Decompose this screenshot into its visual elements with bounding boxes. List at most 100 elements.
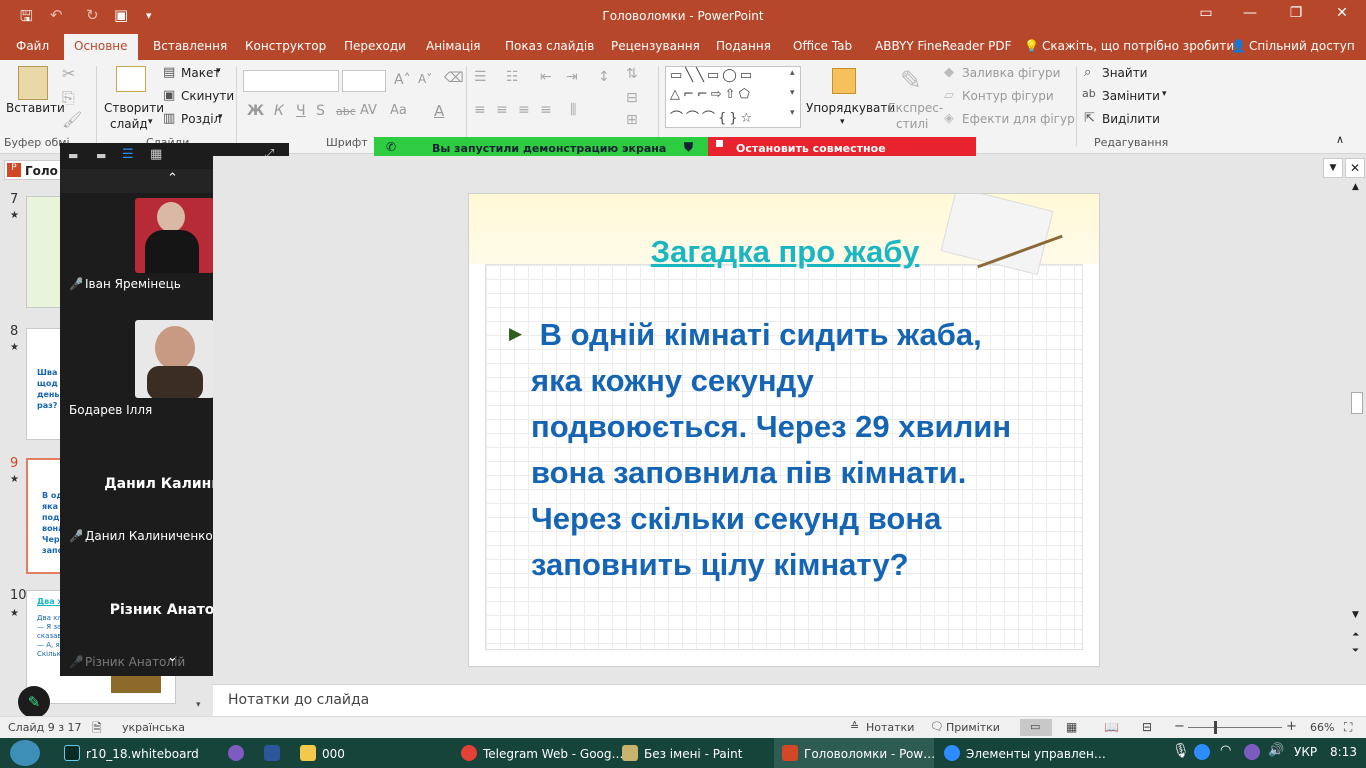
previous-slide-icon[interactable]: ⏶ xyxy=(1352,630,1359,640)
strikethrough-icon[interactable]: abc xyxy=(336,105,356,118)
slide-body-text[interactable]: В одній кімнаті сидить жаба, яка кожну с… xyxy=(531,312,1091,588)
spellcheck-icon[interactable]: 🗎 xyxy=(92,719,102,740)
taskbar-item-active[interactable]: Головоломки - Pow… xyxy=(782,745,935,761)
start-button[interactable] xyxy=(10,740,40,766)
new-slide-icon[interactable] xyxy=(116,66,146,92)
shadow-icon[interactable]: S xyxy=(316,103,325,119)
gallery-more-icon[interactable]: ▾ xyxy=(790,108,795,118)
maximize-icon[interactable]: ❐ xyxy=(1276,5,1316,21)
input-language[interactable]: УКР xyxy=(1294,745,1317,759)
numbering-icon[interactable]: ☷ xyxy=(506,69,519,85)
align-text-icon[interactable]: ⊟ xyxy=(626,90,638,106)
increase-indent-icon[interactable]: ⇥ xyxy=(566,69,578,85)
taskbar-item[interactable]: r10_18.whiteboard xyxy=(64,745,199,761)
outline-icon[interactable]: ▱ xyxy=(944,88,954,103)
font-size-field[interactable] xyxy=(342,70,386,92)
smartart-icon[interactable]: ⊞ xyxy=(626,112,638,128)
font-color-icon[interactable]: A xyxy=(434,102,444,120)
replace-button[interactable]: Замінити xyxy=(1102,89,1160,103)
change-case-icon[interactable]: Aa xyxy=(390,103,407,118)
align-right-icon[interactable]: ≡ xyxy=(518,102,530,118)
tab-file[interactable]: Файл xyxy=(16,39,49,53)
scroll-thumb[interactable] xyxy=(1351,392,1363,414)
zoom-slider-thumb[interactable] xyxy=(1214,721,1217,734)
tab-animations[interactable]: Анімація xyxy=(426,39,481,53)
tab-abbyy[interactable]: ABBYY FineReader PDF xyxy=(875,39,1012,53)
gallery-down-icon[interactable]: ▾ xyxy=(790,88,795,98)
shapes-row-icon[interactable]: △⌐⌐⇨⇧⬠ xyxy=(670,87,753,102)
find-icon[interactable]: ⌕ xyxy=(1084,65,1091,80)
zoom-level[interactable]: 66% xyxy=(1310,721,1334,734)
decrease-indent-icon[interactable]: ⇤ xyxy=(540,69,552,85)
zoom-tray-icon[interactable] xyxy=(1194,744,1216,760)
align-center-icon[interactable]: ≡ xyxy=(496,102,508,118)
fill-icon[interactable]: ◆ xyxy=(944,65,954,80)
tab-design[interactable]: Конструктор xyxy=(245,39,326,53)
format-painter-icon[interactable]: 🖌 xyxy=(62,110,82,129)
viber-tray-icon[interactable] xyxy=(1244,744,1266,760)
fit-slide-icon[interactable]: ⛶ xyxy=(1344,720,1352,735)
shapes-gallery[interactable]: ▭╲╲▭◯▭ △⌐⌐⇨⇧⬠ ⌒⌒⌒{}☆ xyxy=(665,66,801,128)
annotate-pen-button[interactable]: ✎ xyxy=(18,686,50,718)
tab-home[interactable]: Основне xyxy=(64,34,138,60)
columns-icon[interactable]: ⫼ xyxy=(570,102,576,118)
tell-me-input[interactable]: Скажіть, що потрібно зробити xyxy=(1042,39,1234,53)
effects-icon[interactable]: ◈ xyxy=(944,111,954,126)
wifi-icon[interactable]: ◠ xyxy=(1220,743,1231,758)
shape-effects-button[interactable]: Ефекти для фігур xyxy=(962,112,1075,126)
tab-slideshow[interactable]: Показ слайдів xyxy=(505,39,594,53)
lightbulb-icon[interactable]: 💡 xyxy=(1024,39,1039,53)
find-button[interactable]: Знайти xyxy=(1102,66,1147,80)
tab-office-tab[interactable]: Office Tab xyxy=(793,39,852,53)
close-icon[interactable]: ✕ xyxy=(1322,5,1362,21)
taskbar-item[interactable] xyxy=(264,745,286,761)
tab-view[interactable]: Подання xyxy=(716,39,771,53)
comment-icon[interactable]: 🗨 xyxy=(930,720,944,733)
new-slide-label-2[interactable]: слайд xyxy=(110,117,148,131)
notes-button[interactable]: Нотатки xyxy=(866,721,914,734)
quick-styles-label-2[interactable]: стилі xyxy=(896,117,928,131)
volume-icon[interactable]: 🔊 xyxy=(1268,743,1284,758)
taskbar-item[interactable]: Telegram Web - Goog… xyxy=(461,745,624,761)
chevron-down-icon[interactable]: ▾ xyxy=(218,112,223,122)
zoom-in-icon[interactable]: + xyxy=(1286,719,1297,734)
normal-view-button[interactable]: ▭ xyxy=(1020,719,1052,736)
next-slide-icon[interactable]: ⏷ xyxy=(1352,646,1359,656)
taskbar-item[interactable]: Элементы управлен… xyxy=(944,745,1106,761)
slide-title[interactable]: Загадка про жабу xyxy=(469,234,1099,270)
collapse-ribbon-icon[interactable]: ∧ xyxy=(1336,133,1344,146)
reading-view-icon[interactable]: 📖 xyxy=(1104,720,1119,734)
justify-icon[interactable]: ≡ xyxy=(540,102,552,118)
slideshow-view-icon[interactable]: ⊟ xyxy=(1142,720,1152,734)
notes-placeholder[interactable]: Нотатки до слайда xyxy=(228,692,369,708)
minimize-view-icon[interactable]: ▬ xyxy=(68,149,78,162)
italic-icon[interactable]: К xyxy=(274,103,284,119)
shape-fill-button[interactable]: Заливка фігури xyxy=(962,66,1060,80)
scroll-down-icon[interactable]: ▼ xyxy=(1352,610,1359,620)
strip-view-icon[interactable]: ☰ xyxy=(122,147,134,162)
bold-icon[interactable]: Ж xyxy=(247,103,264,119)
zoom-out-icon[interactable]: − xyxy=(1174,719,1185,734)
slide-sorter-icon[interactable]: ▦ xyxy=(1066,720,1077,734)
line-spacing-icon[interactable]: ↕ xyxy=(598,69,610,85)
taskbar-item[interactable]: 000 xyxy=(300,745,345,761)
char-spacing-icon[interactable]: AV xyxy=(360,103,377,118)
taskbar-item[interactable]: Без імені - Paint xyxy=(622,745,742,761)
section-icon[interactable]: ▥ xyxy=(163,111,175,126)
chevron-down-icon[interactable]: ▾ xyxy=(148,117,153,127)
layout-button[interactable]: Макет xyxy=(181,66,220,80)
gallery-view-icon[interactable]: ▦ xyxy=(150,147,162,162)
tab-review[interactable]: Рецензування xyxy=(611,39,700,53)
reset-icon[interactable]: ▣ xyxy=(163,88,175,103)
notes-icon[interactable]: ≙ xyxy=(850,720,859,733)
clear-formatting-icon[interactable]: ⌫ xyxy=(444,70,464,86)
new-slide-label-1[interactable]: Створити xyxy=(104,101,164,115)
section-button[interactable]: Розділ xyxy=(181,112,221,126)
shapes-row-icon[interactable]: ⌒⌒⌒{}☆ xyxy=(670,107,755,126)
tab-insert[interactable]: Вставлення xyxy=(153,39,227,53)
text-direction-icon[interactable]: ⇅ xyxy=(626,66,638,82)
language-indicator[interactable]: українська xyxy=(122,721,185,734)
taskbar-item[interactable] xyxy=(228,745,250,761)
underline-icon[interactable]: Ч xyxy=(296,103,306,119)
share-button[interactable]: Спільний доступ xyxy=(1249,39,1355,53)
